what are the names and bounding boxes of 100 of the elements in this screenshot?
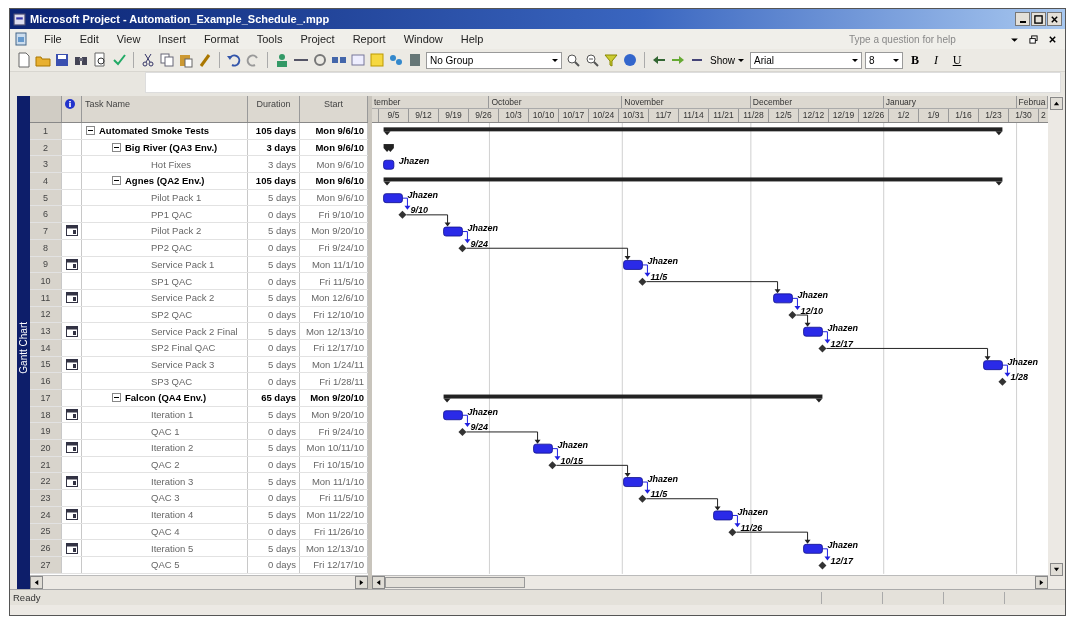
entry-field[interactable]: [145, 72, 1061, 93]
task-bar[interactable]: [443, 226, 463, 237]
scroll-thumb[interactable]: [385, 577, 525, 588]
milestone-marker[interactable]: [398, 210, 407, 219]
row-number[interactable]: 10: [30, 273, 62, 289]
group-dropdown[interactable]: No Group: [426, 51, 562, 69]
new-document-icon[interactable]: [16, 52, 32, 68]
zoom-out-icon[interactable]: [584, 52, 600, 68]
duration-value: 5 days: [268, 192, 296, 204]
scroll-left-button[interactable]: [372, 576, 385, 589]
document-icon[interactable]: [14, 32, 28, 46]
task-bar[interactable]: [983, 360, 1003, 371]
menu-item[interactable]: Project: [292, 33, 343, 45]
column-header[interactable]: Duration: [248, 96, 300, 122]
row-number[interactable]: 22: [30, 473, 62, 490]
task-bar[interactable]: [803, 543, 823, 554]
row-number[interactable]: 4: [30, 173, 62, 189]
milestone-marker[interactable]: [638, 277, 647, 286]
column-header[interactable]: Task Name: [82, 96, 248, 122]
status-text: Ready: [13, 592, 41, 603]
milestone-marker[interactable]: [458, 244, 467, 253]
view-bar[interactable]: Gantt Chart: [17, 96, 30, 589]
row-number[interactable]: 20: [30, 440, 62, 456]
menu-item[interactable]: Help: [452, 33, 492, 45]
scroll-up-button[interactable]: [1049, 97, 1063, 110]
font-size-dropdown[interactable]: 8: [865, 51, 903, 69]
task-bar[interactable]: [383, 159, 395, 170]
week-label: 9/12: [415, 110, 432, 120]
task-name: SP3 QAC: [151, 375, 193, 387]
scroll-left-button[interactable]: [30, 576, 43, 589]
paste-icon[interactable]: [178, 52, 194, 68]
person-icon[interactable]: [274, 52, 290, 68]
bar-label: 9/24: [470, 422, 488, 433]
summary-bar[interactable]: [383, 144, 394, 153]
zoom-in-icon[interactable]: [565, 52, 581, 68]
task-bar[interactable]: [623, 260, 643, 270]
month-label: October: [491, 97, 522, 107]
close-button[interactable]: [1047, 12, 1062, 26]
menu-item[interactable]: Tools: [248, 33, 291, 45]
menu-item[interactable]: Edit: [71, 33, 107, 45]
menu-item[interactable]: View: [108, 33, 149, 45]
column-header[interactable]: [62, 96, 82, 122]
milestone-marker[interactable]: [638, 494, 647, 503]
underline-button[interactable]: U: [948, 51, 966, 69]
task-bar[interactable]: [443, 410, 463, 421]
italic-button[interactable]: I: [927, 51, 945, 69]
maximize-button[interactable]: [1031, 12, 1046, 26]
show-button[interactable]: Show: [708, 51, 747, 69]
row-number[interactable]: 7: [30, 223, 62, 239]
menu-item[interactable]: Window: [395, 33, 451, 45]
row-number[interactable]: 23: [30, 490, 62, 506]
undo-icon[interactable]: [226, 52, 242, 68]
row-number[interactable]: 1: [30, 123, 62, 139]
menu-item[interactable]: Format: [195, 33, 247, 45]
collapse-icon[interactable]: [112, 143, 121, 153]
task-bar[interactable]: [773, 293, 793, 304]
collapse-icon[interactable]: [86, 126, 95, 136]
help-field[interactable]: Type a question for help: [846, 30, 992, 48]
menu-item[interactable]: Insert: [150, 33, 194, 45]
milestone-marker[interactable]: [998, 377, 1007, 386]
task-bar[interactable]: [803, 326, 823, 337]
brush-icon[interactable]: [197, 52, 213, 68]
summary-bar[interactable]: [443, 394, 823, 403]
milestone-marker[interactable]: [788, 311, 797, 320]
menu-item[interactable]: Report: [344, 33, 394, 45]
row-number[interactable]: 13: [30, 323, 62, 339]
task-bar[interactable]: [623, 477, 643, 487]
milestone-marker[interactable]: [728, 528, 737, 537]
collapse-icon[interactable]: [112, 176, 121, 186]
scroll-down-button[interactable]: [1049, 563, 1063, 576]
restore-icon[interactable]: [1029, 34, 1038, 44]
task-name: Iteration 5: [151, 542, 194, 554]
menu-item[interactable]: File: [36, 33, 70, 45]
row-number[interactable]: 3: [30, 156, 62, 173]
milestone-marker[interactable]: [818, 344, 827, 353]
scroll-right-button[interactable]: [1035, 576, 1048, 589]
bold-button[interactable]: B: [906, 51, 924, 69]
summary-bar[interactable]: [383, 177, 1003, 186]
collapse-icon[interactable]: [112, 393, 121, 403]
save-icon[interactable]: [54, 52, 70, 68]
row-number[interactable]: 17: [30, 390, 62, 406]
row-number[interactable]: 26: [30, 540, 62, 556]
start-date: Mon 12/13/10: [305, 542, 364, 554]
copy-icon[interactable]: [159, 52, 175, 68]
task-bar[interactable]: [713, 510, 733, 521]
task-bar[interactable]: [533, 443, 553, 454]
scroll-right-button[interactable]: [355, 576, 368, 589]
task-bar[interactable]: [383, 193, 403, 204]
row-number[interactable]: 19: [30, 423, 62, 440]
font-dropdown[interactable]: Arial: [750, 51, 862, 69]
milestone-marker[interactable]: [818, 561, 827, 570]
row-number[interactable]: 6: [30, 206, 62, 223]
row-number[interactable]: 16: [30, 373, 62, 389]
close-icon[interactable]: [1048, 34, 1057, 44]
print-preview-icon[interactable]: [92, 52, 108, 68]
summary-bar[interactable]: [383, 127, 1003, 136]
scissors-icon[interactable]: [140, 52, 156, 68]
milestone-marker[interactable]: [548, 461, 557, 470]
minimize-button[interactable]: [1015, 12, 1030, 26]
milestone-marker[interactable]: [458, 427, 467, 436]
